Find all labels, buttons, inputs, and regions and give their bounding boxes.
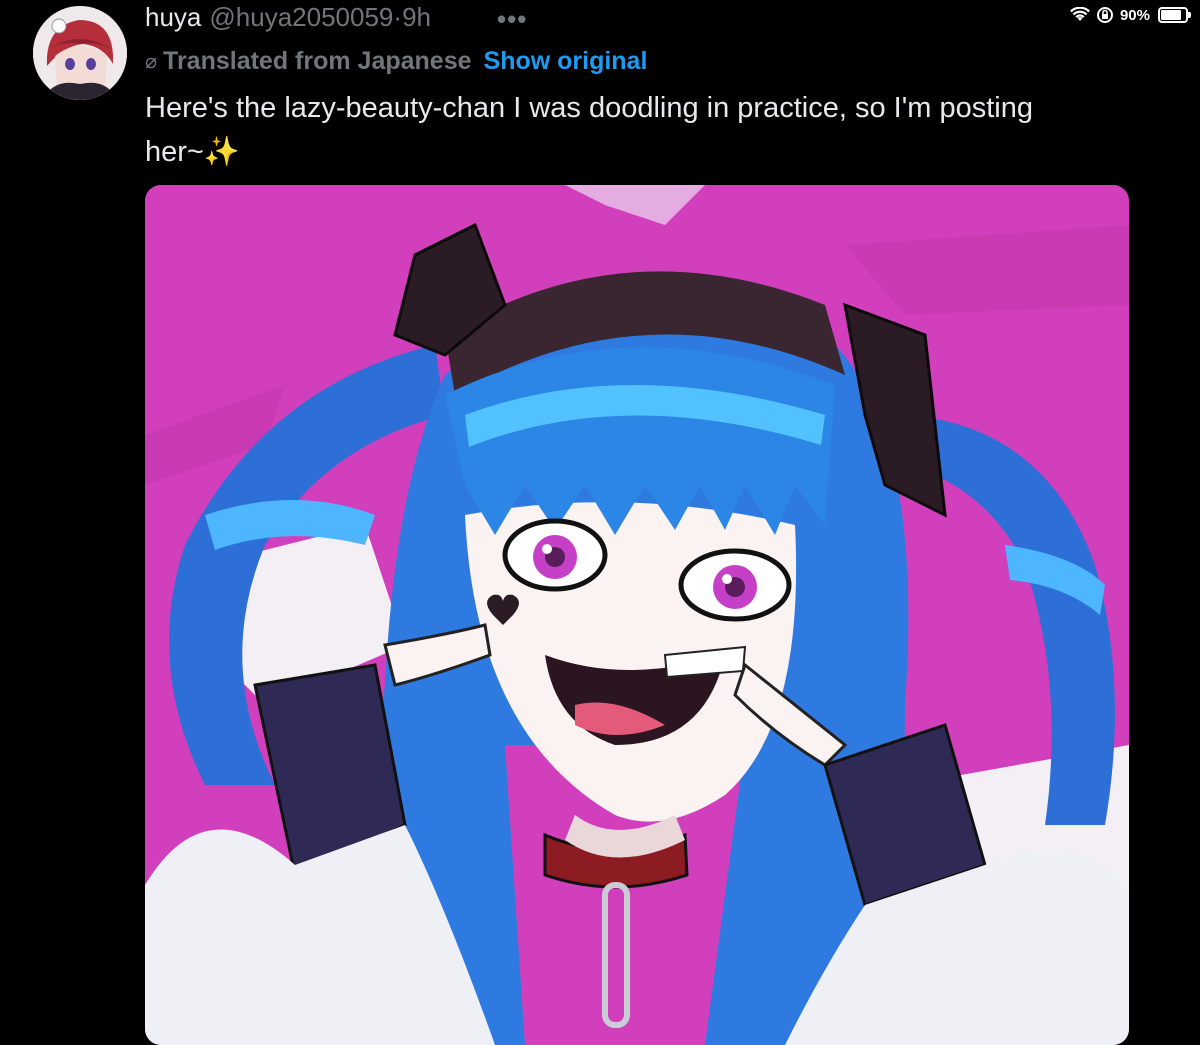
display-name[interactable]: huya bbox=[145, 2, 201, 33]
separator-dot: · bbox=[393, 1, 403, 32]
tweet-media-image[interactable] bbox=[145, 185, 1129, 1045]
avatar[interactable] bbox=[33, 6, 127, 100]
translation-notice: Translated from Japanese bbox=[163, 46, 472, 75]
show-original-link[interactable]: Show original bbox=[484, 47, 648, 76]
tweet-timestamp[interactable]: 9h bbox=[402, 2, 431, 33]
tweet-text: Here's the lazy-beauty-chan I was doodli… bbox=[145, 92, 1033, 168]
tweet-header: huya @huya2050059 · 9h bbox=[145, 0, 431, 34]
status-bar: 90% bbox=[1069, 4, 1191, 26]
translation-row: ⌀ Translated from Japanese Show original bbox=[145, 44, 647, 78]
user-handle[interactable]: @huya2050059 bbox=[209, 2, 393, 33]
battery-percent: 90% bbox=[1119, 6, 1150, 24]
battery-icon bbox=[1158, 7, 1191, 23]
orientation-lock-icon bbox=[1096, 6, 1114, 24]
wifi-icon bbox=[1069, 7, 1090, 23]
more-options-icon[interactable]: ••• bbox=[497, 4, 527, 35]
translate-globe-icon: ⌀ bbox=[145, 50, 158, 73]
